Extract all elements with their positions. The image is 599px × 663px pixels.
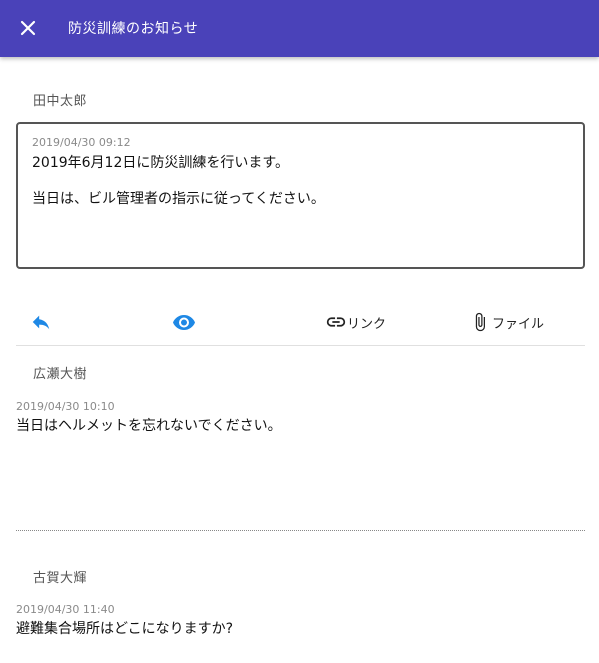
page-title: 防災訓練のお知らせ: [68, 21, 199, 37]
comment-timestamp: 2019/04/30 10:10: [16, 400, 115, 413]
comment-author: 広瀬大樹: [33, 367, 88, 382]
comment-author: 古賀大輝: [33, 571, 88, 586]
comment-body: 避難集合場所はどこになりますか?: [16, 621, 234, 637]
view-button[interactable]: [172, 310, 196, 334]
link-icon: [326, 317, 346, 327]
close-button[interactable]: [14, 14, 42, 42]
file-label: ファイル: [492, 316, 545, 332]
post-timestamp: 2019/04/30 09:12: [32, 136, 131, 149]
post-author: 田中太郎: [33, 94, 88, 109]
comment-body: 当日はヘルメットを忘れないでください。: [16, 418, 282, 434]
close-icon: [20, 20, 36, 36]
comment-item: 2019/04/30 10:10 当日はヘルメットを忘れないでください。: [16, 400, 585, 436]
eye-icon: [173, 315, 195, 330]
comment-item: 2019/04/30 11:40 避難集合場所はどこになりますか?: [16, 603, 585, 639]
reply-button[interactable]: [30, 310, 52, 334]
file-button[interactable]: ファイル: [470, 310, 544, 334]
paperclip-icon: [475, 312, 485, 332]
comment-divider: [16, 530, 585, 531]
post-line: 2019年6月12日に防災訓練を行います。: [32, 155, 289, 171]
comment-timestamp: 2019/04/30 11:40: [16, 603, 115, 616]
post-line: 当日は、ビル管理者の指示に従ってください。: [32, 191, 325, 207]
link-button[interactable]: リンク: [325, 310, 386, 334]
app-bar: 防災訓練のお知らせ: [0, 0, 599, 57]
link-label: リンク: [347, 316, 387, 332]
reply-icon: [32, 315, 50, 330]
action-bar: リンク ファイル: [16, 302, 585, 346]
post-card: 2019/04/30 09:12 2019年6月12日に防災訓練を行います。 当…: [16, 122, 585, 269]
